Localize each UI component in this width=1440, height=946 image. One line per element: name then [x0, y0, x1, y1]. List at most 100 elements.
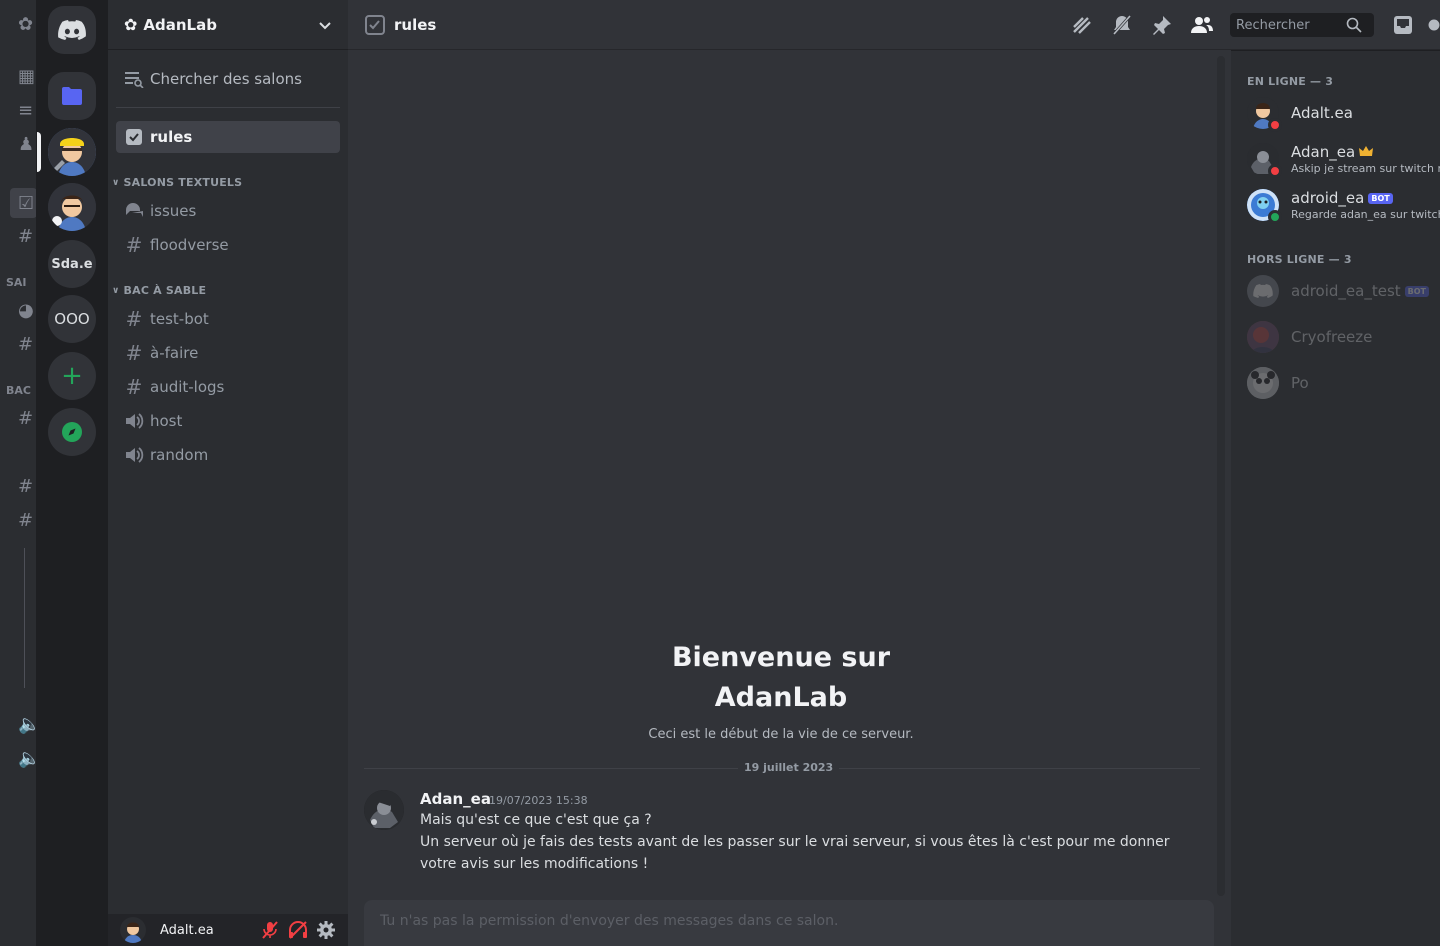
speaker-icon: 🔈: [18, 748, 36, 769]
forum-icon: ◕: [18, 300, 34, 321]
category-label: BAC: [6, 384, 31, 397]
message-author[interactable]: Adan_ea: [420, 790, 491, 808]
browse-channels-button[interactable]: Chercher des salons: [116, 62, 340, 96]
channel-name: floodverse: [150, 236, 229, 254]
guild-header[interactable]: ✿ AdanLab: [108, 0, 348, 50]
chevron-down-icon: [319, 21, 331, 29]
scrollbar[interactable]: [1217, 56, 1225, 896]
search-input[interactable]: [1236, 17, 1346, 33]
channel-test-bot[interactable]: # test-bot: [116, 303, 340, 335]
member-category-offline: HORS LIGNE — 3: [1247, 253, 1352, 266]
hash-icon: #: [18, 226, 34, 247]
member-list-toggle[interactable]: [1190, 13, 1214, 37]
deafen-button[interactable]: [284, 916, 312, 944]
channel-a-faire[interactable]: # à-faire: [116, 337, 340, 369]
channel-sidebar: ✿ AdanLab Chercher des salons rules ∨ SA…: [108, 0, 348, 946]
member-item[interactable]: Adalt.ea: [1239, 91, 1440, 135]
member-name: Adan_ea: [1291, 143, 1356, 161]
bell-muted-icon: [1112, 15, 1132, 35]
headphones-muted-icon: [289, 921, 307, 939]
member-name: adroid_ea: [1291, 189, 1365, 207]
members-icon: [1191, 17, 1213, 33]
welcome-title-line-1: Bienvenue sur: [671, 642, 891, 673]
channel-issues[interactable]: issues: [116, 195, 340, 227]
category-salons-textuels[interactable]: ∨ SALONS TEXTUELS: [112, 176, 242, 189]
channel-name: host: [150, 412, 183, 430]
online-status-icon: [1268, 210, 1282, 224]
server-sda-e[interactable]: Sda.e: [48, 240, 96, 288]
background-window-strip: ✿ ▦ ≡ ♟ ☑ # SAI ◕ # BAC # # # 🔈 🔈: [0, 0, 37, 946]
search-icon: [1346, 17, 1362, 33]
member-name: Adalt.ea: [1291, 104, 1353, 122]
discord-logo-icon: [58, 20, 86, 40]
speaker-icon: 🔈: [18, 714, 36, 735]
category-label: BAC À SABLE: [123, 284, 207, 297]
avatar[interactable]: [120, 917, 146, 943]
username: Adalt.ea: [160, 922, 214, 938]
chat-area: rules Bienvenue sur AdanLab Ceci est le …: [348, 0, 1440, 946]
category-bac-a-sable[interactable]: ∨ BAC À SABLE: [112, 284, 206, 297]
folder-button[interactable]: [48, 72, 96, 120]
speaker-icon: [124, 411, 144, 431]
member-item[interactable]: adroid_ea_test BOT: [1239, 269, 1440, 313]
gear-icon: [317, 921, 335, 939]
help-button[interactable]: [1428, 13, 1440, 37]
discord-logo-icon: [1253, 284, 1273, 298]
channel-floodverse[interactable]: # floodverse: [116, 229, 340, 261]
channel-random[interactable]: random: [116, 439, 340, 471]
welcome-title-line-2: AdanLab: [714, 682, 848, 713]
inbox-icon: [1394, 16, 1412, 34]
server-adanlab[interactable]: [48, 128, 96, 176]
server-initials: OOO: [54, 310, 90, 328]
thread-line: [24, 548, 25, 688]
notifications-button[interactable]: [1110, 13, 1134, 37]
events-icon: ▦: [18, 66, 36, 87]
channel-header: rules: [348, 0, 1440, 50]
search-box[interactable]: [1230, 13, 1374, 37]
channel-rules[interactable]: rules: [116, 121, 340, 153]
server-avatar-2[interactable]: [48, 183, 96, 231]
user-panel: Adalt.ea: [108, 914, 348, 946]
channel-audit-logs[interactable]: # audit-logs: [116, 371, 340, 403]
divider: [116, 107, 340, 108]
member-name: adroid_ea_test: [1291, 282, 1401, 300]
explore-servers-button[interactable]: [48, 408, 96, 456]
guild-icon: ✿: [18, 14, 34, 35]
threads-button[interactable]: [1070, 13, 1094, 37]
message-content-line: votre avis sur les modifications !: [420, 856, 649, 872]
inbox-button[interactable]: [1391, 13, 1415, 37]
mute-button[interactable]: [256, 916, 284, 944]
guild-name: AdanLab: [143, 15, 217, 34]
server-initials: Sda.e: [51, 256, 93, 272]
rules-icon: [365, 14, 385, 35]
member-item[interactable]: Po: [1239, 361, 1440, 405]
compass-icon: [62, 422, 82, 442]
member-item[interactable]: Adan_ea Askip je stream sur twitch ma: [1239, 137, 1440, 181]
channel-name: test-bot: [150, 310, 209, 328]
dnd-status-icon: [1268, 118, 1282, 132]
hash-icon: #: [125, 341, 143, 365]
home-button[interactable]: [48, 6, 96, 54]
avatar: [1247, 189, 1282, 224]
message-content-line: Mais qu'est ce que c'est que ça ?: [420, 812, 652, 828]
server-ooo[interactable]: OOO: [48, 295, 96, 343]
bot-badge: BOT: [1404, 285, 1430, 297]
message-timestamp: 19/07/2023 15:38: [489, 794, 588, 807]
member-activity: Askip je stream sur twitch ma: [1291, 162, 1440, 175]
rules-icon: [124, 127, 144, 147]
channel-host[interactable]: host: [116, 405, 340, 437]
mic-muted-icon: [262, 921, 278, 939]
member-name: Cryofreeze: [1291, 328, 1373, 346]
pinned-messages-button[interactable]: [1150, 13, 1174, 37]
channel-name: rules: [150, 128, 193, 146]
settings-button[interactable]: [312, 916, 340, 944]
chevron-down-icon: ∨: [112, 177, 120, 188]
member-list: EN LIGNE — 3 Adalt.ea Adan_ea Askip je s…: [1231, 51, 1440, 946]
member-item[interactable]: adroid_ea BOT Regarde adan_ea sur twitch: [1239, 183, 1440, 227]
member-item[interactable]: Cryofreeze: [1239, 315, 1440, 359]
threads-icon: [1073, 17, 1091, 34]
server-rail: Sda.e OOO +: [37, 0, 108, 946]
add-server-button[interactable]: +: [48, 352, 96, 400]
avatar[interactable]: [364, 790, 404, 830]
browse-icon: ≡: [18, 100, 34, 121]
